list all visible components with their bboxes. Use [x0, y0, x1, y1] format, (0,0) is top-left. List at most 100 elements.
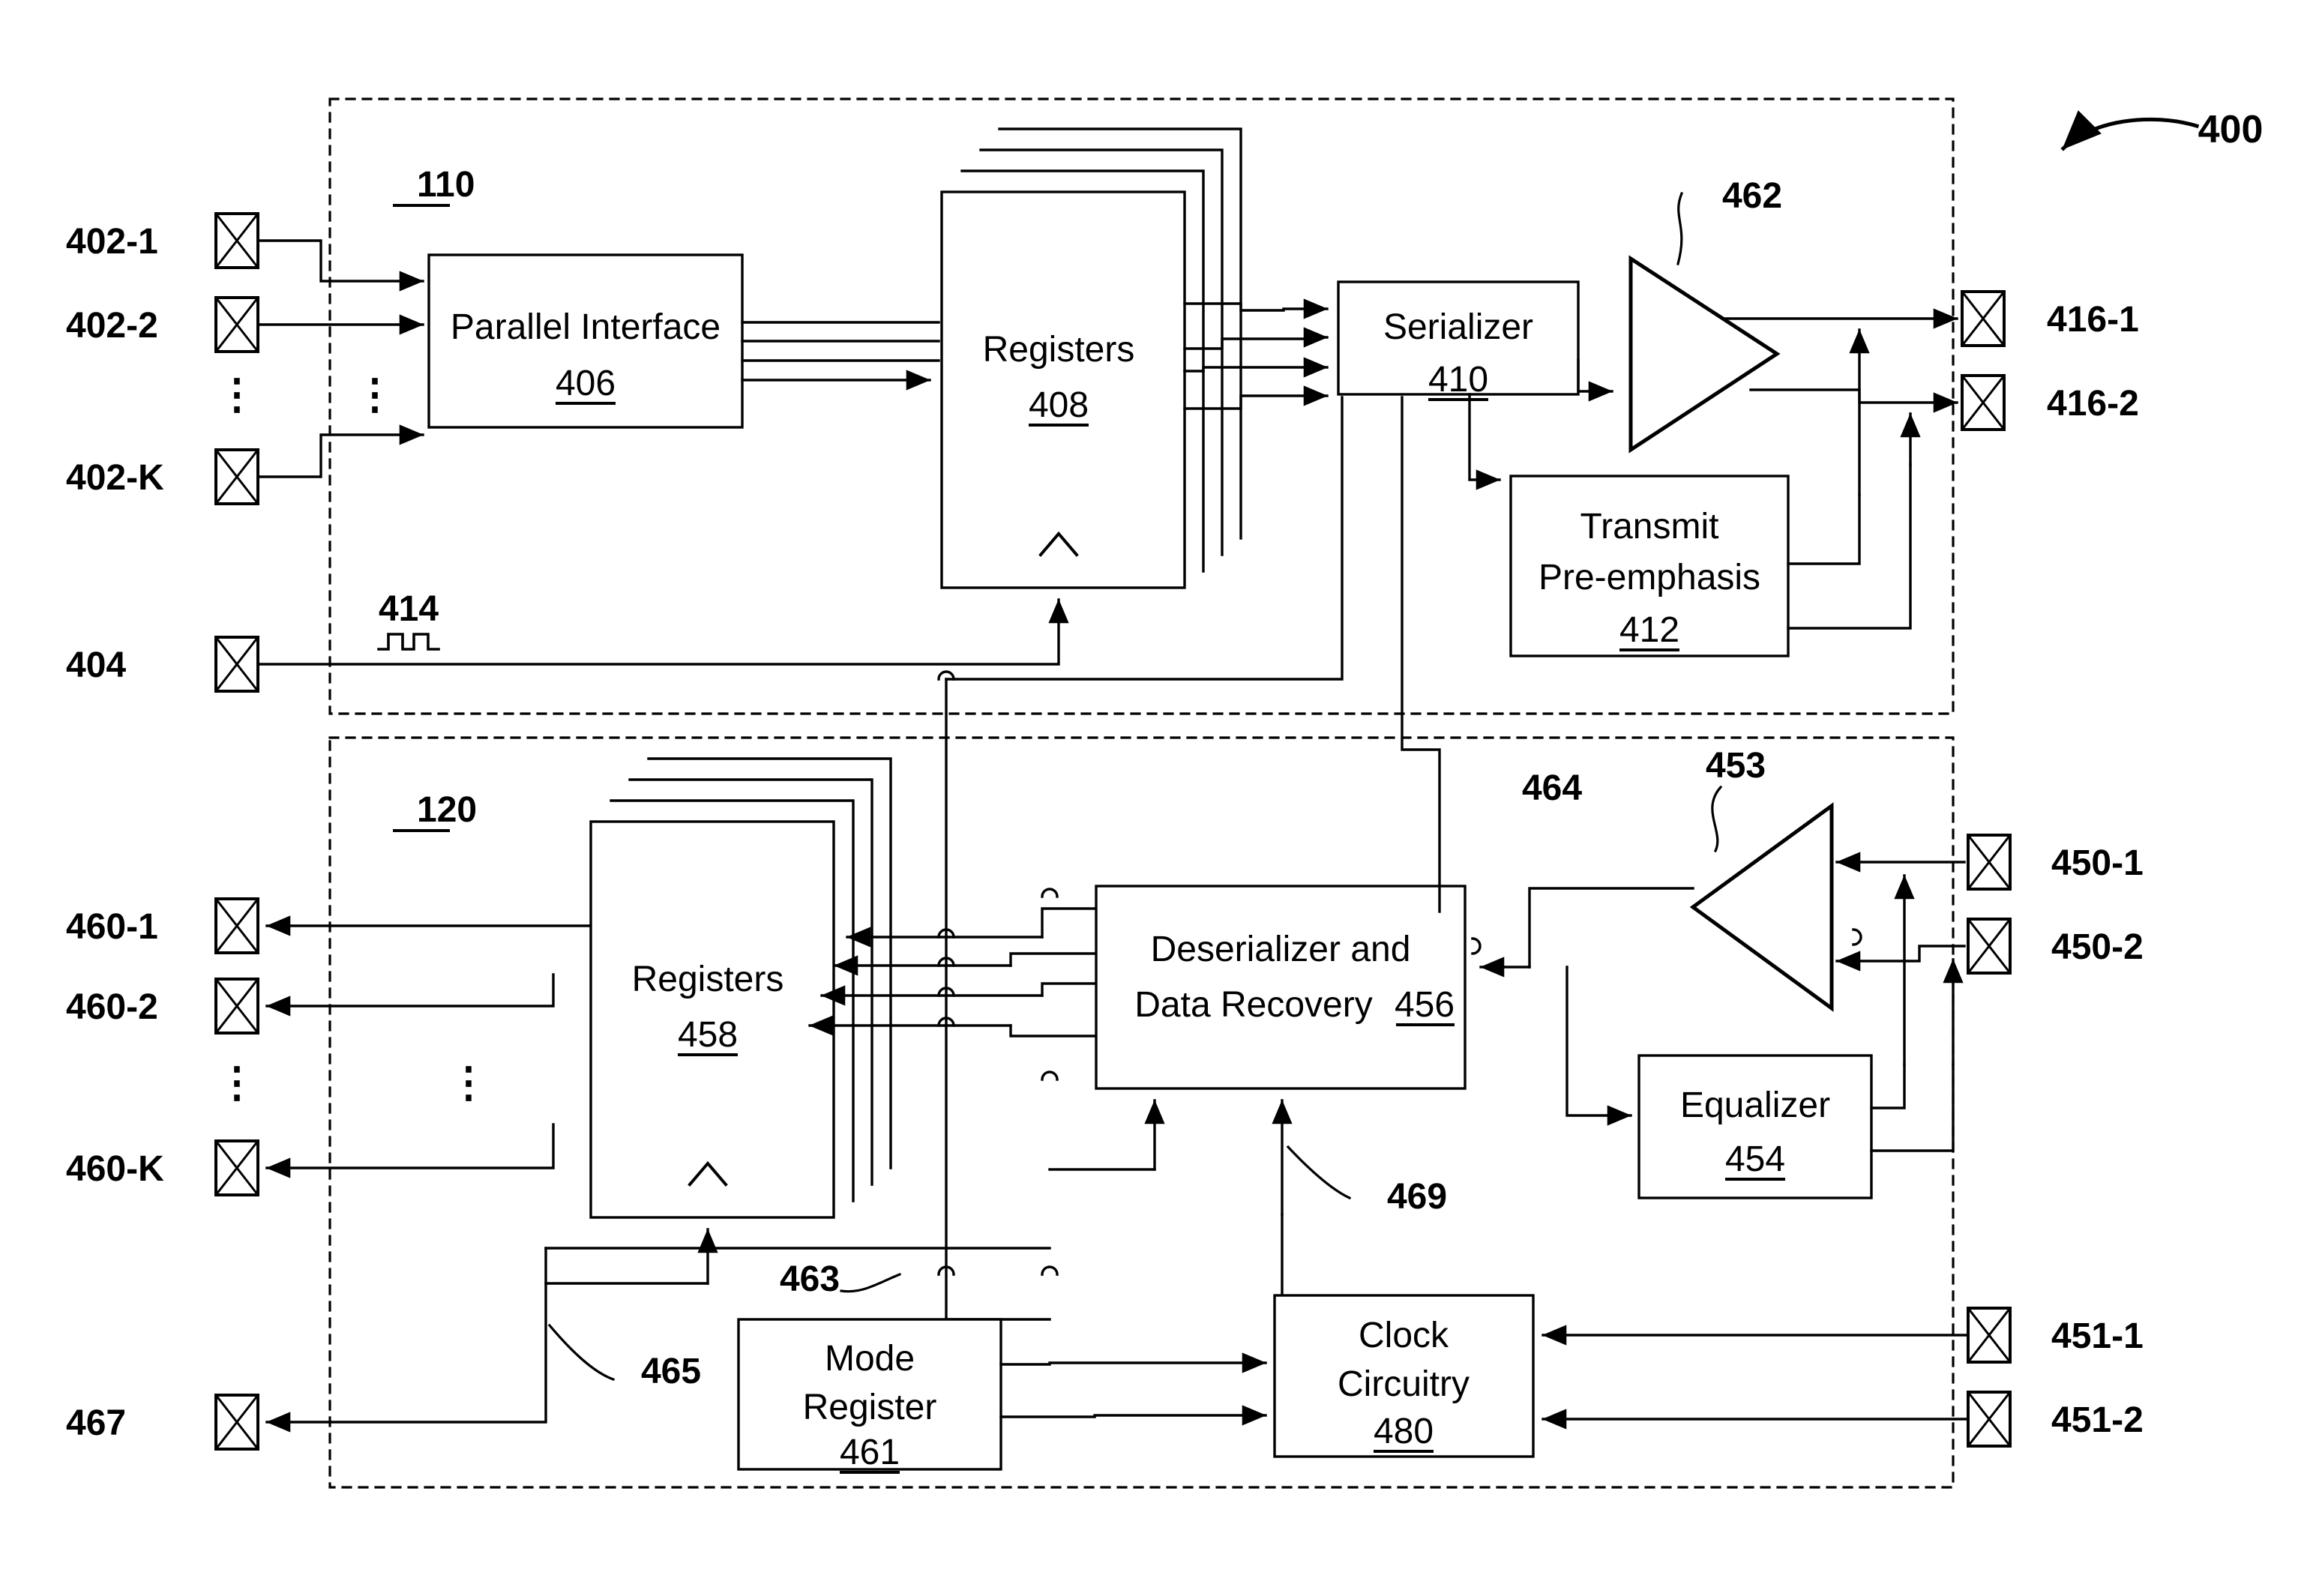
leader-465 — [547, 1323, 616, 1382]
pad-label-404: 404 — [66, 645, 126, 685]
pad-ellipsis-460: ⋮ — [216, 1059, 258, 1106]
wire-402-K — [256, 424, 424, 478]
transmitter-group-label: 110 — [417, 165, 475, 205]
wire-preemph-out-1 — [1787, 493, 1861, 565]
figure-canvas: 400 110 402-1 402-2 402-K ⋮ ⋮ Parallel I… — [66, 97, 2264, 1489]
pad-ellipsis-402: ⋮ — [216, 370, 258, 418]
net-464 — [1401, 396, 1441, 913]
leader-463 — [840, 1272, 902, 1293]
mode-register-ref: 461 — [840, 1433, 900, 1472]
pad-label-416-1: 416-1 — [2047, 300, 2139, 340]
bus-ellipsis-460: ⋮ — [448, 1059, 490, 1106]
wire-eq-out-1 — [1870, 1063, 1906, 1109]
wire-modereg-clk-1 — [999, 1352, 1267, 1373]
step-deser-2 — [1009, 952, 1098, 967]
deserializer-ref: 456 — [1395, 985, 1455, 1025]
patent-figure-400: { "figure": { "number": "400", "transmit… — [0, 0, 2310, 1596]
pad-460-2 — [214, 977, 260, 1035]
pad-label-460-1: 460-1 — [66, 907, 158, 947]
pad-402-1 — [214, 211, 260, 270]
serializer-title: Serializer — [1383, 307, 1533, 347]
wire-preemph-out-2 — [1787, 463, 1912, 630]
step-deser-4 — [1009, 1024, 1098, 1038]
wire-amp453-out — [1528, 887, 1694, 969]
registers-408-title: Registers — [983, 330, 1135, 370]
pad-402-2 — [214, 295, 260, 354]
pad-label-460-2: 460-2 — [66, 987, 158, 1027]
pad-450-1 — [1966, 833, 2012, 891]
pad-label-450-2: 450-2 — [2051, 927, 2144, 967]
pad-label-402-K: 402-K — [66, 458, 164, 498]
figure-callout-arrow — [2060, 110, 2200, 151]
deserializer-title-1: Deserializer and — [1151, 930, 1411, 969]
pad-451-2 — [1966, 1390, 2012, 1448]
mode-register-title-1: Mode — [825, 1339, 915, 1379]
reg408-ser-4 — [1183, 385, 1329, 410]
net-label-414: 414 — [379, 589, 439, 629]
registers-408-ref: 408 — [1029, 385, 1089, 425]
preemphasis-ref: 412 — [1619, 610, 1679, 650]
registers-458-ref: 458 — [678, 1015, 738, 1055]
wire-hop-11 — [1852, 928, 1862, 946]
serializer-ref: 410 — [1428, 360, 1488, 400]
pad-label-402-1: 402-1 — [66, 222, 158, 262]
clock-circuitry-ref: 480 — [1374, 1412, 1434, 1451]
leader-469 — [1286, 1145, 1352, 1200]
step-deser-1 — [1041, 907, 1098, 939]
reg408-ser-1 — [1183, 298, 1329, 319]
pad-460-1 — [214, 897, 260, 955]
wire-amp-to-416-2 — [1749, 388, 1958, 413]
net-label-469: 469 — [1387, 1177, 1447, 1217]
reg408-ser-2 — [1183, 327, 1329, 350]
pad-label-416-2: 416-2 — [2047, 384, 2139, 424]
preemphasis-title-1: Transmit — [1580, 507, 1719, 546]
preemphasis-title-2: Pre-emphasis — [1539, 558, 1760, 597]
wire-reg458-460-2 — [265, 973, 555, 1017]
wire-402-1 — [256, 239, 424, 292]
amp-453 — [1689, 802, 1834, 1012]
wire-hop-7 — [1041, 1070, 1059, 1081]
pad-450-2 — [1966, 917, 2012, 975]
wire-reg458-460-K — [265, 1123, 555, 1178]
pad-451-1 — [1966, 1306, 2012, 1364]
amp-462-label: 462 — [1722, 176, 1782, 216]
wire-modereg-clk-2 — [999, 1405, 1267, 1426]
pad-label-451-2: 451-2 — [2051, 1400, 2144, 1440]
net-label-465: 465 — [641, 1352, 701, 1391]
receiver-group-label: 120 — [417, 790, 477, 830]
pad-label-460-K: 460-K — [66, 1149, 164, 1189]
pad-416-1 — [1960, 289, 2006, 348]
pad-460-K — [214, 1139, 260, 1197]
clock-circuitry-title-2: Circuitry — [1338, 1364, 1470, 1404]
wire-450-2-to-amp — [1835, 945, 1966, 972]
wire-465-to-467 — [265, 1247, 547, 1433]
pad-467 — [214, 1393, 260, 1451]
equalizer-title: Equalizer — [1680, 1085, 1830, 1125]
leader-462 — [1676, 191, 1684, 265]
clock-circuitry-title-1: Clock — [1359, 1316, 1449, 1355]
net-label-464: 464 — [1522, 768, 1582, 808]
wire-serializer-to-amp — [1577, 358, 1613, 402]
bus-ellipsis-402: ⋮ — [354, 370, 396, 418]
equalizer-ref: 454 — [1725, 1139, 1785, 1179]
pad-label-450-1: 450-1 — [2051, 843, 2144, 883]
parallel-interface-ref: 406 — [556, 364, 616, 403]
pad-label-451-1: 451-1 — [2051, 1316, 2144, 1356]
mode-register-title-2: Register — [803, 1388, 937, 1427]
registers-458-title: Registers — [632, 960, 784, 999]
reg408-ser-3 — [1183, 357, 1329, 378]
pad-label-402-2: 402-2 — [66, 306, 158, 346]
net-label-463: 463 — [780, 1259, 840, 1299]
pad-402-K — [214, 448, 260, 506]
wire-amp453-to-eq — [1565, 966, 1632, 1126]
figure-number: 400 — [2198, 108, 2264, 151]
clock-waveform-414 — [377, 633, 440, 651]
pad-label-467: 467 — [66, 1403, 126, 1443]
wire-serializer-to-preemph — [1468, 393, 1501, 490]
amp-462 — [1628, 255, 1781, 454]
pad-404 — [214, 635, 260, 693]
amp-453-label: 453 — [1706, 746, 1766, 786]
wire-hop-9 — [1041, 1265, 1059, 1276]
step-deser-3 — [1041, 982, 1098, 997]
deserializer-title-2: Data Recovery — [1134, 985, 1372, 1025]
